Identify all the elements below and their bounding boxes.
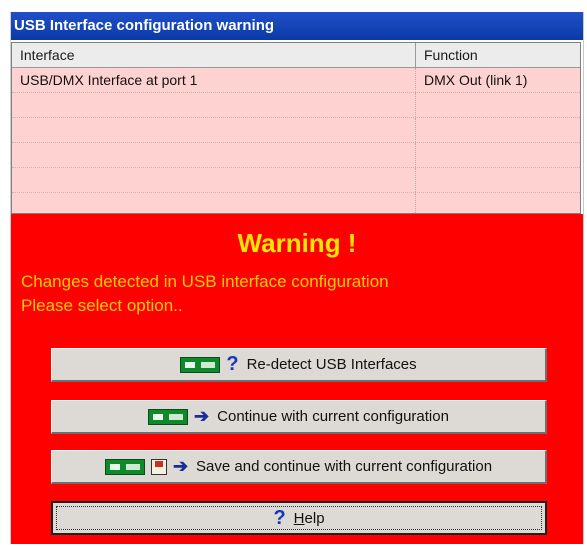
continue-button[interactable]: ➔ Continue with current configuration	[51, 400, 547, 434]
interface-table[interactable]: Interface Function USB/DMX Interface at …	[11, 42, 581, 214]
column-header-function[interactable]: Function	[416, 43, 580, 67]
warning-dialog: USB Interface configuration warning Inte…	[10, 12, 584, 544]
cell-function	[416, 168, 580, 192]
redetect-usb-button[interactable]: ? Re-detect USB Interfaces	[51, 348, 547, 382]
help-label-rest: elp	[304, 509, 325, 527]
usb-interface-chip-icon	[104, 458, 145, 475]
table-row[interactable]: USB/DMX Interface at port 1 DMX Out (lin…	[12, 68, 580, 93]
save-continue-label: Save and continue with current configura…	[196, 458, 493, 475]
cell-interface	[12, 118, 416, 142]
usb-interface-chip-icon	[148, 408, 189, 425]
cell-function	[416, 93, 580, 117]
dialog-title: USB Interface configuration warning	[11, 12, 583, 40]
help-button[interactable]: ? Help	[51, 501, 547, 535]
warning-line-2: Please select option..	[21, 296, 183, 315]
table-row[interactable]	[12, 143, 580, 168]
help-accelerator: H	[293, 509, 305, 527]
usb-interface-chip-icon	[180, 356, 221, 373]
warning-message: Changes detected in USB interface config…	[21, 270, 389, 318]
warning-title: Warning !	[237, 228, 357, 258]
cell-function	[416, 193, 580, 213]
table-row[interactable]	[12, 118, 580, 143]
table-row[interactable]	[12, 168, 580, 193]
table-row[interactable]	[12, 93, 580, 118]
right-arrow-icon: ➔	[172, 456, 189, 476]
right-arrow-icon: ➔	[194, 406, 210, 426]
cell-function	[416, 118, 580, 142]
help-label: Help	[294, 510, 325, 527]
cell-interface	[12, 168, 416, 192]
cell-interface	[12, 143, 416, 167]
redetect-label: Re-detect USB Interfaces	[246, 356, 417, 373]
table-header: Interface Function	[12, 43, 580, 68]
column-header-interface[interactable]: Interface	[12, 43, 416, 67]
table-row[interactable]	[12, 193, 580, 213]
save-and-continue-button[interactable]: ➔ Save and continue with current configu…	[51, 450, 547, 484]
cell-interface	[12, 193, 416, 213]
cell-interface: USB/DMX Interface at port 1	[12, 68, 416, 92]
warning-line-1: Changes detected in USB interface config…	[21, 272, 389, 291]
question-mark-icon: ?	[226, 353, 239, 375]
warning-panel: Warning ! Changes detected in USB interf…	[11, 214, 583, 544]
cell-function	[416, 143, 580, 167]
continue-label: Continue with current configuration	[217, 408, 449, 425]
cell-interface	[12, 93, 416, 117]
save-disk-icon	[150, 458, 167, 475]
cell-function: DMX Out (link 1)	[424, 72, 528, 88]
question-mark-icon: ?	[273, 506, 286, 529]
